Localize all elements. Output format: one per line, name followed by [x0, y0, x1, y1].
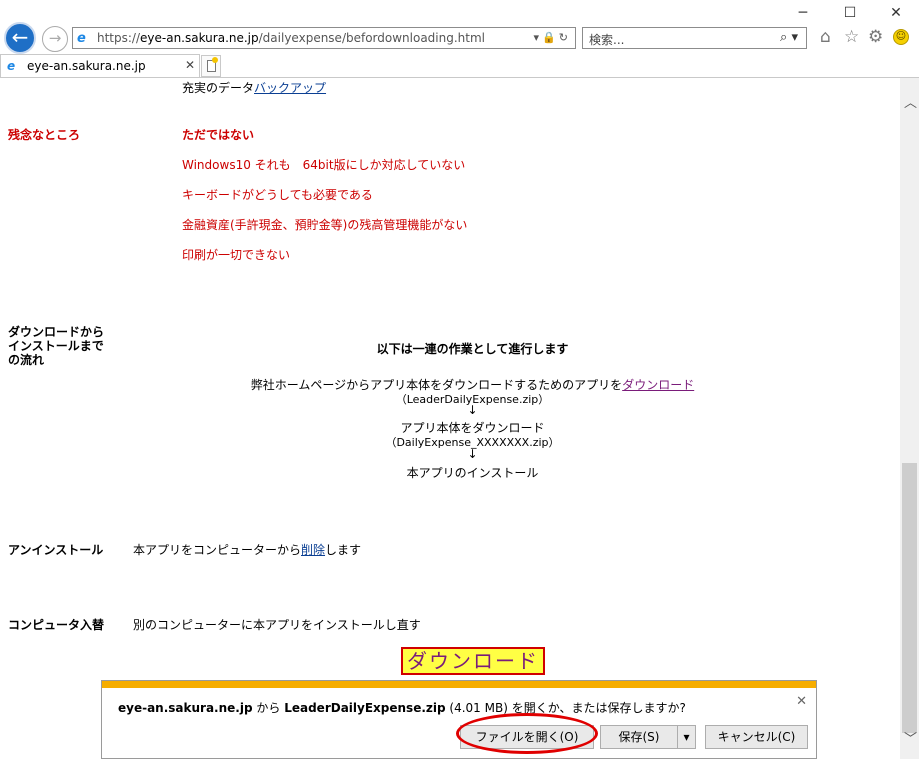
- flow-arrow-1: ↓: [467, 403, 478, 417]
- download-button[interactable]: ダウンロード: [401, 647, 545, 675]
- flow-step-3: 本アプリのインストール: [406, 466, 539, 480]
- tab-title: eye-an.sakura.ne.jp: [27, 59, 146, 73]
- highlight-circle: [456, 713, 598, 754]
- back-button[interactable]: ←: [4, 22, 36, 54]
- minimize-button[interactable]: ─: [793, 4, 813, 22]
- backup-link[interactable]: バックアップ: [254, 81, 326, 95]
- arrow-right-icon: →: [48, 29, 62, 47]
- con-item-3: キーボードがどうしても必要である: [182, 188, 373, 202]
- save-dropdown-button[interactable]: ▾: [677, 725, 696, 749]
- con-item-2: Windows10 それも 64bit版にしか対応していない: [182, 158, 466, 172]
- search-input[interactable]: 検索...: [589, 31, 624, 48]
- feature-text: 充実のデータ: [182, 81, 255, 95]
- flow-heading: 以下は一連の作業として進行します: [376, 342, 569, 356]
- con-item-1: ただではない: [182, 128, 255, 142]
- cons-label: 残念なところ: [8, 128, 81, 142]
- lock-icon: 🔒: [542, 31, 559, 44]
- favorites-star-icon[interactable]: ☆: [844, 27, 859, 47]
- ie-tab-icon: e: [7, 59, 16, 73]
- flow-label: ダウンロードから インストールまで の流れ: [8, 325, 105, 367]
- uninstall-text: 本アプリをコンピューターから削除します: [133, 543, 362, 557]
- close-tab-icon[interactable]: ✕: [185, 58, 195, 72]
- search-box[interactable]: 検索... ⌕ ▾: [582, 27, 807, 49]
- con-item-5: 印刷が一切できない: [182, 248, 291, 262]
- forward-button[interactable]: →: [42, 26, 68, 52]
- tab-active[interactable]: e eye-an.sakura.ne.jp ✕: [0, 54, 200, 78]
- address-tools[interactable]: ▾🔒↻: [534, 31, 571, 44]
- uninstall-label: アンインストール: [8, 543, 104, 557]
- feature-line: 充実のデータバックアップ: [182, 79, 326, 96]
- scroll-down-icon[interactable]: ﹀: [904, 728, 917, 747]
- maximize-button[interactable]: ☐: [840, 4, 860, 22]
- delete-link[interactable]: 削除: [301, 543, 325, 557]
- ie-logo-icon: e: [77, 31, 86, 46]
- notification-message: eye-an.sakura.ne.jp から LeaderDailyExpens…: [118, 701, 686, 715]
- save-button[interactable]: 保存(S): [600, 725, 678, 749]
- scroll-up-icon[interactable]: ︿: [904, 92, 917, 111]
- reinstall-text: 別のコンピューターに本アプリをインストールし直す: [133, 618, 421, 632]
- search-icon[interactable]: ⌕ ▾: [780, 30, 798, 45]
- notification-accent: [102, 681, 816, 688]
- con-item-4: 金融資産(手許現金、預貯金等)の残高管理機能がない: [182, 218, 468, 232]
- download-notification-bar: eye-an.sakura.ne.jp から LeaderDailyExpens…: [101, 680, 817, 759]
- download-app-link[interactable]: ダウンロード: [622, 378, 694, 392]
- address-bar[interactable]: e https://eye-an.sakura.ne.jp/dailyexpen…: [72, 27, 576, 49]
- new-tab-button[interactable]: [201, 55, 221, 77]
- dropdown-icon: ▾: [533, 31, 543, 44]
- chevron-down-icon: ▾: [683, 730, 690, 744]
- home-icon[interactable]: ⌂: [820, 27, 831, 47]
- chrome-divider: [0, 77, 919, 78]
- address-url: https://eye-an.sakura.ne.jp/dailyexpense…: [97, 31, 485, 45]
- vertical-scrollbar[interactable]: ︿ ﹀: [900, 78, 919, 759]
- arrow-left-icon: ←: [11, 25, 29, 49]
- flow-arrow-2: ↓: [467, 447, 478, 461]
- reinstall-label: コンピュータ入替: [8, 618, 105, 632]
- scroll-thumb[interactable]: [902, 463, 917, 733]
- gear-icon[interactable]: ⚙: [868, 27, 883, 47]
- close-window-button[interactable]: ✕: [886, 4, 906, 22]
- feedback-smiley-icon[interactable]: ☺: [893, 29, 909, 45]
- close-notification-icon[interactable]: ✕: [796, 694, 807, 709]
- refresh-icon: ↻: [558, 31, 571, 44]
- cancel-button[interactable]: キャンセル(C): [705, 725, 808, 749]
